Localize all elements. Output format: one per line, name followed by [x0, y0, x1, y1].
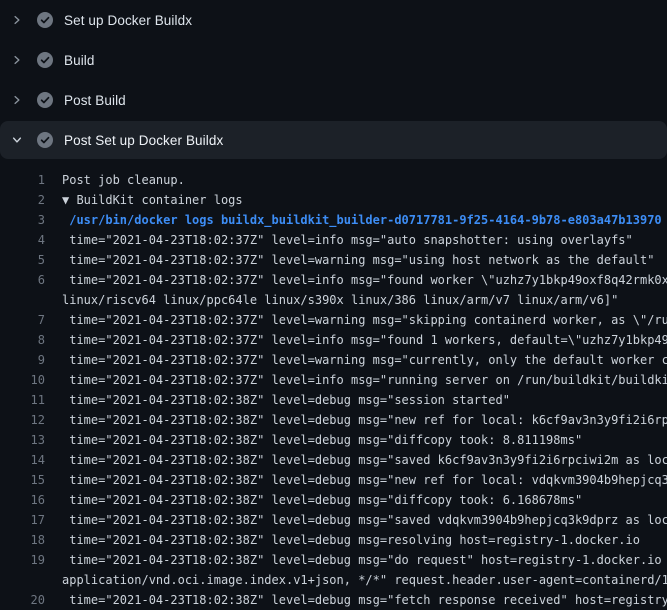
log-line-text: time="2021-04-23T18:02:37Z" level=info m… [62, 270, 667, 290]
log-line-8: 8 time="2021-04-23T18:02:37Z" level=info… [0, 330, 667, 350]
log-line-2: 2 ▼ BuildKit container logs [0, 190, 667, 210]
log-line-number [0, 570, 45, 590]
log-container: 1 Post job cleanup. 2 ▼ BuildKit container … [0, 170, 667, 610]
step-post-set-up-docker-buildx[interactable]: Post Set up Docker Buildx [0, 121, 667, 159]
log-group-toggle[interactable]: ▼ BuildKit container logs [62, 190, 243, 210]
log-line-number[interactable]: 14 [0, 450, 45, 470]
log-line-number[interactable]: 3 [0, 210, 45, 230]
log-line-text: time="2021-04-23T18:02:38Z" level=debug … [62, 590, 667, 610]
log-line-text: time="2021-04-23T18:02:38Z" level=debug … [62, 390, 510, 410]
log-line-4: 4 time="2021-04-23T18:02:37Z" level=info… [0, 230, 667, 250]
log-line-14: 14 time="2021-04-23T18:02:38Z" level=deb… [0, 450, 667, 470]
log-line-number[interactable]: 5 [0, 250, 45, 270]
log-line-18: 18 time="2021-04-23T18:02:38Z" level=deb… [0, 530, 667, 550]
check-circle-icon [37, 52, 53, 68]
step-list: Set up Docker Buildx Build Post Build Post … [0, 0, 667, 159]
check-circle-icon [37, 92, 53, 108]
log-line-5: 5 time="2021-04-23T18:02:37Z" level=warn… [0, 250, 667, 270]
log-line-text: time="2021-04-23T18:02:37Z" level=warnin… [62, 250, 654, 270]
log-line-12: 12 time="2021-04-23T18:02:38Z" level=deb… [0, 410, 667, 430]
step-label: Post Build [64, 93, 126, 108]
log-line-text: time="2021-04-23T18:02:38Z" level=debug … [62, 550, 667, 570]
log-line-text: /usr/bin/docker logs buildx_buildkit_bui… [62, 210, 662, 230]
log-line-number[interactable]: 2 [0, 190, 45, 210]
log-line-3: 3 /usr/bin/docker logs buildx_buildkit_b… [0, 210, 667, 230]
log-line-text: time="2021-04-23T18:02:37Z" level=info m… [62, 330, 667, 350]
step-label: Set up Docker Buildx [64, 13, 192, 28]
step-label: Build [64, 53, 95, 68]
log-line-9: 9 time="2021-04-23T18:02:37Z" level=warn… [0, 350, 667, 370]
log-line-15: 15 time="2021-04-23T18:02:38Z" level=deb… [0, 470, 667, 490]
log-line-1: 1 Post job cleanup. [0, 170, 667, 190]
log-line-number[interactable]: 1 [0, 170, 45, 190]
log-line-16: 16 time="2021-04-23T18:02:38Z" level=deb… [0, 490, 667, 510]
log-line-text: time="2021-04-23T18:02:38Z" level=debug … [62, 530, 640, 550]
log-line-text: time="2021-04-23T18:02:38Z" level=debug … [62, 430, 582, 450]
log-line-text: time="2021-04-23T18:02:37Z" level=info m… [62, 230, 633, 250]
log-line-number[interactable]: 7 [0, 310, 45, 330]
log-line-number[interactable]: 10 [0, 370, 45, 390]
log-line-text: time="2021-04-23T18:02:38Z" level=debug … [62, 470, 667, 490]
log-line-number[interactable]: 15 [0, 470, 45, 490]
chevron-down-icon [9, 132, 25, 148]
log-line-number[interactable]: 13 [0, 430, 45, 450]
step-label: Post Set up Docker Buildx [64, 133, 223, 148]
chevron-right-icon [9, 52, 25, 68]
log-line-text: time="2021-04-23T18:02:38Z" level=debug … [62, 510, 667, 530]
step-build[interactable]: Build [0, 40, 667, 80]
log-line-number[interactable]: 17 [0, 510, 45, 530]
log-line-number [0, 290, 45, 310]
log-line-number[interactable]: 6 [0, 270, 45, 290]
log-line-19: 19 time="2021-04-23T18:02:38Z" level=deb… [0, 550, 667, 570]
log-line-text: time="2021-04-23T18:02:37Z" level=warnin… [62, 310, 667, 330]
log-line-10: 10 time="2021-04-23T18:02:37Z" level=inf… [0, 370, 667, 390]
log-line-17: 17 time="2021-04-23T18:02:38Z" level=deb… [0, 510, 667, 530]
log-line-text: time="2021-04-23T18:02:37Z" level=info m… [62, 370, 667, 390]
log-line-continuation: linux/riscv64 linux/ppc64le linux/s390x … [0, 290, 667, 310]
log-line-number[interactable]: 12 [0, 410, 45, 430]
log-line-number[interactable]: 20 [0, 590, 45, 610]
log-line-text: application/vnd.oci.image.index.v1+json,… [62, 570, 667, 590]
workflow-log-page: { "colors": { "background": "#0d1117", "… [0, 0, 667, 600]
step-post-build[interactable]: Post Build [0, 80, 667, 120]
log-line-continuation: application/vnd.oci.image.index.v1+json,… [0, 570, 667, 590]
check-circle-icon [37, 132, 53, 148]
log-line-number[interactable]: 19 [0, 550, 45, 570]
log-line-number[interactable]: 4 [0, 230, 45, 250]
chevron-right-icon [9, 12, 25, 28]
log-line-number[interactable]: 16 [0, 490, 45, 510]
log-line-number[interactable]: 11 [0, 390, 45, 410]
step-set-up-docker-buildx[interactable]: Set up Docker Buildx [0, 0, 667, 40]
log-line-number[interactable]: 18 [0, 530, 45, 550]
log-line-number[interactable]: 8 [0, 330, 45, 350]
log-line-text: Post job cleanup. [62, 170, 185, 190]
log-line-11: 11 time="2021-04-23T18:02:38Z" level=deb… [0, 390, 667, 410]
log-line-13: 13 time="2021-04-23T18:02:38Z" level=deb… [0, 430, 667, 450]
log-line-text: time="2021-04-23T18:02:38Z" level=debug … [62, 450, 667, 470]
check-circle-icon [37, 12, 53, 28]
log-line-text: time="2021-04-23T18:02:38Z" level=debug … [62, 490, 582, 510]
log-line-7: 7 time="2021-04-23T18:02:37Z" level=warn… [0, 310, 667, 330]
log-line-6: 6 time="2021-04-23T18:02:37Z" level=info… [0, 270, 667, 290]
log-line-text: linux/riscv64 linux/ppc64le linux/s390x … [62, 290, 618, 310]
log-line-20: 20 time="2021-04-23T18:02:38Z" level=deb… [0, 590, 667, 610]
log-line-number[interactable]: 9 [0, 350, 45, 370]
log-line-text: time="2021-04-23T18:02:37Z" level=warnin… [62, 350, 667, 370]
chevron-right-icon [9, 92, 25, 108]
log-line-text: time="2021-04-23T18:02:38Z" level=debug … [62, 410, 667, 430]
